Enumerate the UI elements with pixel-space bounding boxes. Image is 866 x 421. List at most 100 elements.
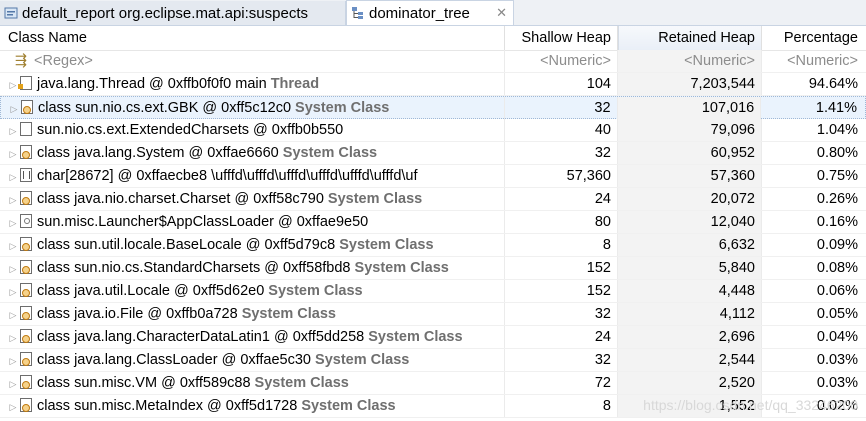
class-name: class java.io.File @ 0xffb0a728 <box>37 306 238 322</box>
close-icon[interactable]: ✕ <box>492 5 507 21</box>
class-tag: System Class <box>315 352 410 368</box>
shallow-heap-cell: 72 <box>505 372 618 394</box>
percentage-cell: 1.04% <box>816 122 858 138</box>
tab-default-report[interactable]: default_report org.eclipse.mat.api:suspe… <box>0 1 346 25</box>
expand-arrow-icon[interactable]: ▷ <box>6 166 20 187</box>
class-icon <box>21 99 33 114</box>
shallow-filter-cell[interactable]: <Numeric> <box>505 50 618 72</box>
retained-heap-cell: 79,096 <box>618 119 762 141</box>
class-tag: System Class <box>339 237 434 253</box>
class-name: class sun.nio.cs.StandardCharsets @ 0xff… <box>37 260 351 276</box>
column-header-retained-heap[interactable]: Retained Heap <box>618 26 762 50</box>
shallow-heap-cell: 80 <box>505 211 618 233</box>
expand-arrow-icon[interactable]: ▷ <box>6 304 20 325</box>
class-name-cell: ▷ class sun.nio.cs.StandardCharsets @ 0xf… <box>0 257 505 279</box>
class-tag: System Class <box>295 99 390 116</box>
expand-arrow-icon[interactable]: ▷ <box>6 120 20 141</box>
table-row[interactable]: ▷ sun.nio.cs.ext.ExtendedCharsets @ 0xffb… <box>0 119 866 142</box>
class-name: class java.util.Locale @ 0xff5d62e0 <box>37 283 265 299</box>
expand-arrow-icon[interactable]: ▷ <box>6 350 20 371</box>
shallow-heap-cell: 8 <box>505 395 618 417</box>
expand-arrow-icon[interactable]: ▷ <box>6 235 20 256</box>
retained-heap-cell: 2,696 <box>618 326 762 348</box>
class-tag: System Class <box>368 329 463 345</box>
expand-arrow-icon[interactable]: ▷ <box>6 327 20 348</box>
array-icon <box>20 168 32 182</box>
table-row[interactable]: ▷ class java.lang.System @ 0xffae6660 Sys… <box>0 142 866 165</box>
table-row[interactable]: ▷ class sun.util.locale.BaseLocale @ 0xff… <box>0 234 866 257</box>
retained-heap-cell: 57,360 <box>618 165 762 187</box>
percentage-cell: 0.03% <box>816 352 858 368</box>
percentage-cell: 94.64% <box>808 76 858 92</box>
table-row[interactable]: ▷ class sun.misc.VM @ 0xff589c88 System C… <box>0 372 866 395</box>
shallow-heap-cell: 24 <box>505 326 618 348</box>
class-tag: System Class <box>301 398 396 414</box>
class-tag: System Class <box>241 306 336 322</box>
table-row[interactable]: ▷ class java.nio.charset.Charset @ 0xff58… <box>0 188 866 211</box>
table-row[interactable]: ▷ char[28672] @ 0xffaecbe8 \ufffd\ufffd\u… <box>0 165 866 188</box>
retained-heap-cell: 4,112 <box>618 303 762 325</box>
shallow-heap-cell: 24 <box>505 188 618 210</box>
class-name: class java.lang.ClassLoader @ 0xffae5c30 <box>37 352 311 368</box>
column-header-shallow-heap[interactable]: Shallow Heap <box>505 26 618 50</box>
table-row[interactable]: ▷ class java.lang.ClassLoader @ 0xffae5c3… <box>0 349 866 372</box>
expand-arrow-icon[interactable]: ▷ <box>6 212 20 233</box>
percentage-cell: 0.03% <box>816 375 858 391</box>
table-row[interactable]: ▷ class java.lang.CharacterDataLatin1 @ 0… <box>0 326 866 349</box>
dominator-tree-table: ⇶ <Regex> <Numeric> <Numeric> <Numeric> ▷… <box>0 50 866 418</box>
table-row[interactable]: ▷ class sun.nio.cs.ext.GBK @ 0xff5c12c0 S… <box>0 96 866 119</box>
shallow-heap-cell: 32 <box>505 303 618 325</box>
percentage-cell: 0.75% <box>816 168 858 184</box>
table-row[interactable]: ▷ class sun.nio.cs.StandardCharsets @ 0xf… <box>0 257 866 280</box>
class-name: class java.lang.CharacterDataLatin1 @ 0x… <box>37 329 365 345</box>
expand-arrow-icon[interactable]: ▷ <box>6 396 20 417</box>
percent-filter-cell[interactable]: <Numeric> <box>762 50 866 72</box>
tab-dominator-tree[interactable]: dominator_tree ✕ <box>346 0 514 25</box>
class-name-cell: ▷ class sun.misc.MetaIndex @ 0xff5d1728 S… <box>0 395 505 417</box>
class-name-cell: ▷ class java.lang.ClassLoader @ 0xffae5c3… <box>0 349 505 371</box>
classloader-icon <box>20 214 32 228</box>
class-name: sun.misc.Launcher$AppClassLoader @ 0xffa… <box>37 214 369 230</box>
class-name: char[28672] @ 0xffaecbe8 \ufffd\ufffd\uf… <box>37 168 418 184</box>
shallow-heap-cell: 8 <box>505 234 618 256</box>
column-header-percentage[interactable]: Percentage <box>762 26 866 50</box>
class-name: class sun.misc.MetaIndex @ 0xff5d1728 <box>37 398 298 414</box>
class-name-cell: ▷ class java.nio.charset.Charset @ 0xff58… <box>0 188 505 210</box>
table-row[interactable]: ▷ java.lang.Thread @ 0xffb0f0f0 main Thre… <box>0 73 866 96</box>
regex-filter-cell[interactable]: ⇶ <Regex> <box>0 50 505 72</box>
expand-arrow-icon[interactable]: ▷ <box>7 98 21 119</box>
column-header-class-name[interactable]: Class Name <box>0 26 505 50</box>
expand-arrow-icon[interactable]: ▷ <box>6 189 20 210</box>
retained-heap-cell: 6,632 <box>618 234 762 256</box>
report-icon <box>4 6 18 20</box>
percentage-cell: 0.80% <box>816 145 858 161</box>
object-icon <box>20 122 32 136</box>
shallow-heap-cell: 40 <box>505 119 618 141</box>
class-name-cell: ▷ sun.misc.Launcher$AppClassLoader @ 0xff… <box>0 211 505 233</box>
class-name-cell: ▷ sun.nio.cs.ext.ExtendedCharsets @ 0xffb… <box>0 119 505 141</box>
class-tag: System Class <box>354 260 449 276</box>
class-tag: Thread <box>270 76 320 92</box>
class-tag: System Class <box>327 191 423 207</box>
table-row[interactable]: ▷ class java.util.Locale @ 0xff5d62e0 Sys… <box>0 280 866 303</box>
expand-arrow-icon[interactable]: ▷ <box>6 373 20 394</box>
retained-filter-cell[interactable]: <Numeric> <box>618 50 762 72</box>
expand-arrow-icon[interactable]: ▷ <box>6 281 20 302</box>
table-header: Class Name Shallow Heap Retained Heap Pe… <box>0 26 866 51</box>
percentage-cell: 0.06% <box>816 283 858 299</box>
expand-arrow-icon[interactable]: ▷ <box>6 258 20 279</box>
class-name: sun.nio.cs.ext.ExtendedCharsets @ 0xffb0… <box>37 122 344 138</box>
class-name-cell: ▷ class sun.nio.cs.ext.GBK @ 0xff5c12c0 S… <box>1 96 505 119</box>
table-row[interactable]: ▷ class java.io.File @ 0xffb0a728 System … <box>0 303 866 326</box>
class-name-cell: ▷ char[28672] @ 0xffaecbe8 \ufffd\ufffd\u… <box>0 165 505 187</box>
shallow-heap-cell: 32 <box>505 349 618 371</box>
tree-icon <box>351 6 365 20</box>
percentage-cell: 0.09% <box>816 237 858 253</box>
retained-heap-cell: 107,016 <box>617 96 762 119</box>
table-row[interactable]: ▷ sun.misc.Launcher$AppClassLoader @ 0xff… <box>0 211 866 234</box>
filter-row: ⇶ <Regex> <Numeric> <Numeric> <Numeric> <box>0 50 866 73</box>
class-name: class sun.util.locale.BaseLocale @ 0xff5… <box>37 237 336 253</box>
expand-arrow-icon[interactable]: ▷ <box>6 143 20 164</box>
class-icon <box>20 191 32 205</box>
class-name-cell: ▷ class sun.util.locale.BaseLocale @ 0xff… <box>0 234 505 256</box>
